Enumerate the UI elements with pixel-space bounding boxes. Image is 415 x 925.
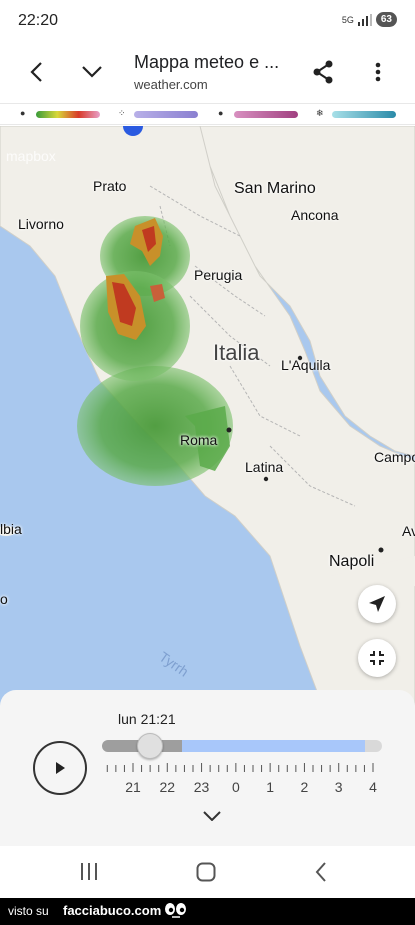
home-icon[interactable] (196, 862, 216, 882)
battery-badge: 63 (375, 12, 397, 27)
collapse-button[interactable] (74, 54, 110, 90)
label-prato: Prato (93, 178, 127, 194)
chevron-left-icon (30, 62, 42, 82)
timeline-hour-label: 23 (193, 779, 210, 795)
snowflake-icon: ❄ (316, 108, 324, 118)
rain-scale (36, 111, 100, 118)
label-san-marino: San Marino (234, 180, 316, 197)
footer-visto-label: visto su (8, 904, 49, 918)
status-bar: 22:20 5G 63 (0, 0, 415, 44)
label-roma: Roma (180, 432, 218, 448)
more-vert-icon (375, 62, 381, 82)
title-area: Mappa meteo e ... weather.com (134, 52, 279, 92)
label-edge: o (0, 591, 8, 607)
ice-scale (234, 111, 298, 118)
status-time: 22:20 (18, 12, 59, 29)
label-laquila: L'Aquila (281, 357, 331, 373)
status-icons: 5G 63 (342, 12, 397, 27)
page-url: weather.com (134, 77, 208, 92)
expand-panel-button[interactable] (203, 808, 221, 826)
chevron-down-icon (203, 811, 221, 822)
mix-icon: ⁘ (118, 108, 126, 118)
weather-map[interactable]: mapbox Prato San Marino Ancona Livorno P… (0, 126, 415, 726)
fullscreen-button[interactable] (358, 639, 396, 677)
timeline-current-time: lun 21:21 (118, 711, 176, 727)
snow-scale (332, 111, 396, 118)
play-button[interactable] (33, 741, 87, 795)
rain-drop-icon: ● (20, 108, 26, 118)
system-nav-bar (0, 846, 415, 898)
fullscreen-exit-icon (370, 651, 384, 665)
footer-site-label: facciabuco.com (63, 903, 162, 918)
timeline-slider-thumb[interactable] (137, 733, 163, 759)
label-elba: lbia (0, 521, 22, 537)
timeline-hour-label: 0 (231, 779, 240, 795)
recent-apps-icon[interactable] (80, 863, 98, 880)
timeline-hour-label: 22 (159, 779, 176, 795)
eyes-logo-icon (165, 903, 186, 918)
mix-scale (134, 111, 198, 118)
precip-legend: ● ⁘ ● ❄ (0, 103, 415, 125)
share-button[interactable] (305, 54, 341, 90)
mapbox-attribution: mapbox (6, 148, 56, 164)
footer-watermark: visto su facciabuco.com (0, 898, 415, 925)
timeline-hour-label: 21 (125, 779, 141, 795)
back-nav-icon[interactable] (315, 862, 327, 882)
network-label: 5G (341, 14, 354, 25)
timeline-hour-label: 4 (369, 779, 377, 795)
my-location-button[interactable] (358, 585, 396, 623)
navigation-arrow-icon (369, 596, 385, 612)
label-campo: Campo (374, 449, 415, 465)
signal-icon (357, 13, 372, 26)
timeline-forecast-track[interactable] (182, 740, 365, 752)
label-italia: Italia (213, 340, 260, 365)
page-title: Mappa meteo e ... (134, 52, 280, 72)
ice-drop-icon: ● (218, 108, 224, 118)
timeline-end-track (365, 740, 382, 752)
timeline-panel: lun 21:21 21 22 23 0 1 2 3 4 (0, 690, 415, 846)
timeline-hour-label: 3 (334, 779, 343, 795)
label-livorno: Livorno (18, 216, 64, 232)
label-napoli: Napoli (329, 553, 375, 570)
timeline-ticks (106, 763, 374, 772)
timeline-hour-label: 2 (300, 779, 309, 795)
napoli-dot (378, 547, 384, 553)
more-options-button[interactable] (360, 54, 396, 90)
label-perugia: Perugia (194, 267, 243, 283)
label-ancona: Ancona (291, 207, 339, 223)
label-av: Av (402, 523, 415, 539)
roma-dot (226, 427, 232, 433)
play-icon (56, 762, 65, 774)
chevron-down-icon (82, 66, 102, 78)
back-button[interactable] (18, 54, 54, 90)
latina-dot (263, 476, 269, 482)
label-latina: Latina (245, 459, 284, 475)
timeline-hour-label: 1 (266, 779, 275, 795)
app-header: Mappa meteo e ... weather.com (0, 44, 415, 100)
share-icon (313, 60, 333, 84)
